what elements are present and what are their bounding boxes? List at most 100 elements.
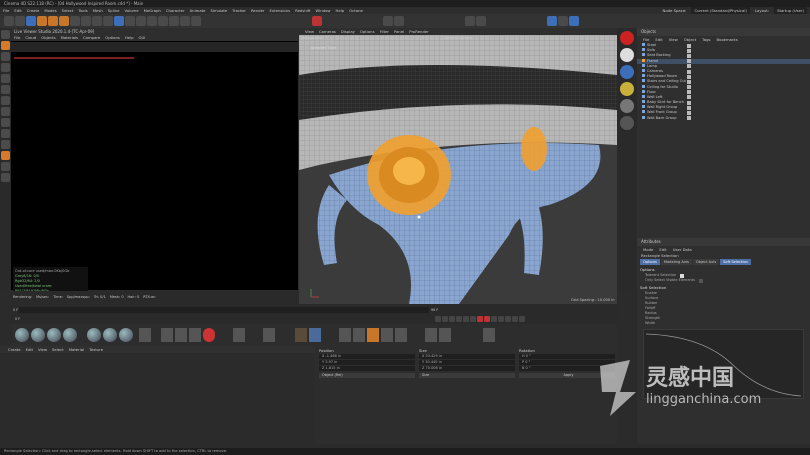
tab-object-axis[interactable]: Object Axis bbox=[692, 259, 720, 265]
scene-icon[interactable] bbox=[439, 328, 451, 342]
menu-file[interactable]: File bbox=[3, 7, 9, 14]
vp-menu-view[interactable]: View bbox=[305, 28, 314, 35]
material-ball-icon[interactable] bbox=[620, 99, 634, 113]
object-row[interactable]: Wall Back Group bbox=[637, 115, 810, 121]
material-swatch[interactable] bbox=[87, 328, 101, 342]
next-view-icon[interactable] bbox=[394, 16, 404, 26]
axis-y-icon[interactable] bbox=[81, 16, 91, 26]
pen-icon[interactable] bbox=[125, 16, 135, 26]
doc-icon[interactable] bbox=[233, 328, 245, 342]
size-mode-select[interactable]: Size bbox=[419, 373, 515, 378]
octane-render-icon[interactable] bbox=[620, 31, 634, 45]
visibility-dots[interactable] bbox=[687, 79, 691, 84]
lv-menu-gui[interactable]: GUI bbox=[139, 35, 146, 40]
visibility-dots[interactable] bbox=[687, 43, 691, 48]
lock-workplane-icon[interactable] bbox=[1, 173, 10, 182]
cube-icon[interactable] bbox=[114, 16, 124, 26]
next-key-icon[interactable] bbox=[463, 316, 469, 322]
visibility-dots[interactable] bbox=[687, 95, 691, 100]
visibility-dots[interactable] bbox=[687, 116, 691, 121]
position-x-field[interactable]: X -1.466 in bbox=[319, 354, 415, 359]
checker-icon[interactable] bbox=[161, 328, 173, 342]
menu-tools[interactable]: Tools bbox=[78, 7, 87, 14]
lv-menu-compare[interactable]: Compare bbox=[83, 35, 100, 40]
vp-menu-prorender[interactable]: ProRender bbox=[409, 28, 429, 35]
redshift-icon[interactable] bbox=[569, 16, 579, 26]
mat-menu-view[interactable]: View bbox=[38, 346, 47, 353]
twist-deformer-icon[interactable] bbox=[309, 328, 321, 342]
position-key-icon[interactable] bbox=[498, 316, 504, 322]
sculpt-icon[interactable] bbox=[1, 151, 10, 160]
octane-icon[interactable] bbox=[558, 16, 568, 26]
menu-extensions[interactable]: Extensions bbox=[270, 7, 291, 14]
play-icon[interactable] bbox=[456, 316, 462, 322]
obj-menu-bookmarks[interactable]: Bookmarks bbox=[717, 37, 738, 42]
menu-redshift[interactable]: Redshift bbox=[295, 7, 310, 14]
node-space-select[interactable]: Current (Standard/Physical) bbox=[691, 7, 750, 14]
record-icon[interactable] bbox=[312, 16, 322, 26]
obj-menu-file[interactable]: File bbox=[643, 37, 649, 42]
vp-menu-filter[interactable]: Filter bbox=[380, 28, 389, 35]
paint-icon[interactable] bbox=[1, 162, 10, 171]
visible-only-row[interactable]: Only Select Visible Elements bbox=[637, 278, 810, 283]
position-y-field[interactable]: Y 3.97 in bbox=[319, 360, 415, 365]
model-mode-icon[interactable] bbox=[1, 85, 10, 94]
points-mode-icon[interactable] bbox=[1, 41, 10, 50]
hdri-icon[interactable] bbox=[381, 328, 393, 342]
sun-icon[interactable] bbox=[620, 82, 634, 96]
tab-soft-selection[interactable]: Soft Selection bbox=[720, 259, 751, 265]
visibility-dots[interactable] bbox=[687, 48, 691, 53]
edges-mode-icon[interactable] bbox=[1, 52, 10, 61]
light-rig-icon[interactable] bbox=[367, 328, 379, 342]
record-key-icon[interactable] bbox=[477, 316, 483, 322]
polygons-mode-icon[interactable] bbox=[1, 63, 10, 72]
script-icon[interactable] bbox=[483, 328, 495, 342]
redo-icon[interactable] bbox=[15, 16, 25, 26]
visibility-dots[interactable] bbox=[687, 74, 691, 79]
keyframe-selection-icon[interactable] bbox=[491, 316, 497, 322]
menu-mesh[interactable]: Mesh bbox=[93, 7, 103, 14]
tab-modeling-axis[interactable]: Modeling Axis bbox=[660, 259, 692, 265]
mat-menu-create[interactable]: Create bbox=[8, 346, 21, 353]
scale-key-icon[interactable] bbox=[505, 316, 511, 322]
menu-edit[interactable]: Edit bbox=[14, 7, 21, 14]
visibility-dots[interactable] bbox=[687, 111, 691, 116]
material-swatch[interactable] bbox=[119, 328, 133, 342]
axis-mode-icon[interactable] bbox=[1, 107, 10, 116]
menu-window[interactable]: Window bbox=[316, 7, 331, 14]
autokey-icon[interactable] bbox=[484, 316, 490, 322]
octane-material-icon[interactable] bbox=[203, 328, 215, 342]
rotation-key-icon[interactable] bbox=[512, 316, 518, 322]
render-region-icon[interactable] bbox=[339, 328, 351, 342]
prev-key-icon[interactable] bbox=[442, 316, 448, 322]
subdivision-icon[interactable] bbox=[136, 16, 146, 26]
snap-icon[interactable] bbox=[1, 129, 10, 138]
menu-mograph[interactable]: MoGraph bbox=[144, 7, 161, 14]
position-z-field[interactable]: Z 1.815 in bbox=[319, 366, 415, 371]
lv-menu-help[interactable]: Help bbox=[125, 35, 134, 40]
menu-render[interactable]: Render bbox=[251, 7, 265, 14]
tweak-mode-icon[interactable] bbox=[1, 118, 10, 127]
mat-menu-texture[interactable]: Texture bbox=[89, 346, 103, 353]
current-frame-field[interactable]: 0 F bbox=[15, 317, 35, 321]
material-swatch[interactable] bbox=[47, 328, 61, 342]
noise-icon[interactable] bbox=[189, 328, 201, 342]
tolerant-selection-checkbox[interactable] bbox=[680, 273, 685, 278]
visibility-dots[interactable] bbox=[687, 100, 691, 105]
menu-create[interactable]: Create bbox=[27, 7, 40, 14]
visibility-dots[interactable] bbox=[687, 85, 691, 90]
live-selection-icon[interactable] bbox=[26, 16, 36, 26]
make-editable-icon[interactable] bbox=[1, 30, 10, 39]
vp-menu-panel[interactable]: Panel bbox=[394, 28, 404, 35]
menu-octane[interactable]: Octane bbox=[349, 7, 363, 14]
material-swatch[interactable] bbox=[103, 328, 117, 342]
visibility-dots[interactable] bbox=[687, 64, 691, 69]
material-swatch[interactable] bbox=[63, 328, 77, 342]
menu-simulate[interactable]: Simulate bbox=[210, 7, 227, 14]
attr-menu-mode[interactable]: Mode bbox=[643, 247, 653, 252]
tab-options[interactable]: Options bbox=[640, 259, 660, 265]
menu-character[interactable]: Character bbox=[166, 7, 185, 14]
capsule-icon[interactable] bbox=[620, 48, 634, 62]
render-picture-viewer-icon[interactable] bbox=[476, 16, 486, 26]
go-end-icon[interactable] bbox=[470, 316, 476, 322]
